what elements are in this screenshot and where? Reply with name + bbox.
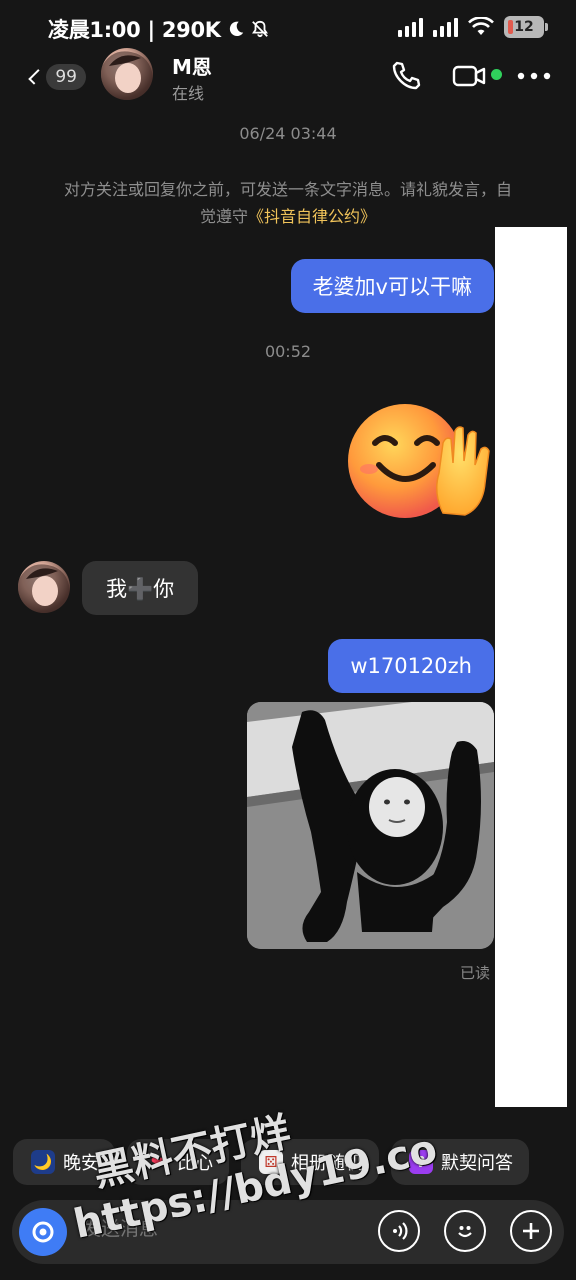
- status-time-text: 凌晨1:00 | 290K: [48, 18, 221, 42]
- status-time: 凌晨1:00 | 290K: [48, 14, 269, 44]
- contact-name: M恩: [172, 55, 212, 79]
- moon-icon: [229, 21, 243, 37]
- more-button[interactable]: [516, 58, 552, 94]
- emoji-button[interactable]: [444, 1210, 486, 1252]
- phone-icon: [392, 61, 421, 90]
- online-indicator: [491, 69, 502, 80]
- quick-reply-goodnight[interactable]: 🌙 晚安: [13, 1139, 115, 1185]
- quick-reply-quiz[interactable]: ? 默契问答: [391, 1139, 529, 1185]
- signal-icon: [398, 17, 423, 37]
- contact-avatar[interactable]: [101, 48, 153, 100]
- more-options-button[interactable]: [510, 1210, 552, 1252]
- battery-level: [508, 20, 513, 34]
- contact-status: 在线: [172, 84, 205, 103]
- system-notice: 对方关注或回复你之前，可发送一条文字消息。请礼貌发言，自觉遵守《抖音自律公约》: [60, 176, 516, 230]
- quick-reply-label: 默契问答: [441, 1153, 513, 1174]
- contact-avatar-small[interactable]: [18, 561, 70, 613]
- question-icon: ?: [409, 1150, 433, 1174]
- status-icons: 12: [398, 16, 548, 38]
- notice-link[interactable]: 《抖音自律公约》: [248, 207, 376, 226]
- camera-icon: [32, 1221, 54, 1243]
- quick-reply-label: 相册随机: [291, 1153, 363, 1174]
- smiley-icon: [458, 1226, 472, 1238]
- message-outgoing[interactable]: w170120zh: [328, 639, 494, 693]
- video-camera-icon: [452, 65, 486, 87]
- chevron-left-icon: [28, 69, 45, 85]
- read-receipt: 已读: [459, 964, 490, 982]
- quick-reply-label: 晚安: [63, 1153, 99, 1174]
- plus-icon: [523, 1223, 539, 1239]
- message-outgoing[interactable]: 老婆加v可以干嘛: [290, 259, 494, 313]
- camera-button[interactable]: [19, 1208, 67, 1256]
- more-dots-icon: [517, 72, 551, 80]
- video-call-button[interactable]: [452, 58, 488, 94]
- sound-wave-icon: [393, 1222, 408, 1240]
- message-input-bar: [12, 1200, 564, 1264]
- input-actions: [378, 1210, 552, 1252]
- signal-icon-2: [433, 17, 458, 37]
- unread-badge: 99: [46, 64, 86, 90]
- mute-bell-icon: [251, 20, 268, 38]
- battery-text: 12: [514, 19, 534, 35]
- message-incoming[interactable]: 我➕你: [82, 561, 199, 615]
- quick-reply-label: 比心: [177, 1153, 213, 1174]
- header-actions: [388, 58, 552, 94]
- voice-input-button[interactable]: [378, 1210, 420, 1252]
- message-input[interactable]: [82, 1218, 362, 1240]
- quick-reply-heart[interactable]: ❤ 比心: [127, 1139, 229, 1185]
- heart-icon: ❤: [150, 1153, 164, 1171]
- back-button[interactable]: 99: [26, 60, 86, 94]
- moon-icon: 🌙: [31, 1150, 55, 1174]
- chat-header: 99 M恩 在线: [0, 42, 576, 112]
- timestamp: 00:52: [264, 342, 312, 361]
- battery-icon: 12: [504, 16, 548, 38]
- waving-emoji-sticker[interactable]: [347, 403, 497, 521]
- timestamp: 06/24 03:44: [239, 124, 337, 143]
- dice-icon: ⚄: [259, 1150, 283, 1174]
- wifi-icon: [468, 17, 494, 35]
- quick-reply-album-random[interactable]: ⚄ 相册随机: [241, 1139, 379, 1185]
- voice-call-button[interactable]: [388, 58, 424, 94]
- quick-reply-bar: 🌙 晚安 ❤ 比心 ⚄ 相册随机 ? 默契问答: [13, 1139, 529, 1185]
- monkey-meme-sticker[interactable]: [247, 702, 494, 949]
